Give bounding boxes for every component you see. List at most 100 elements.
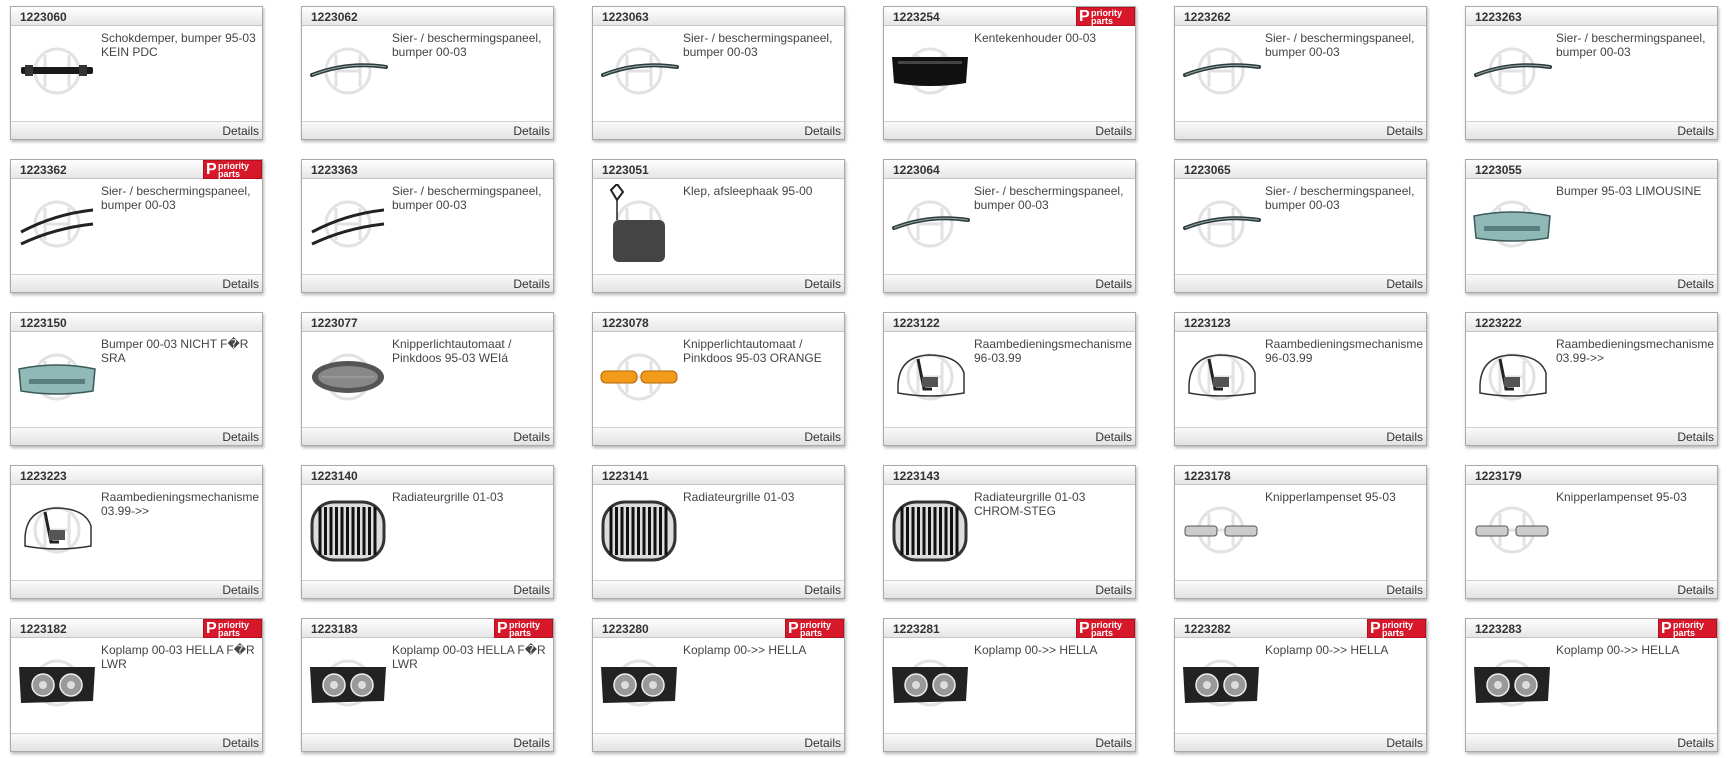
product-image[interactable] <box>306 31 390 111</box>
product-image[interactable] <box>1470 31 1554 111</box>
product-card-1223222[interactable]: 1223222 Raambedieningsmechanisme 03.99->… <box>1465 312 1718 446</box>
product-card-1223055[interactable]: 1223055 Bumper 95-03 LIMOUSINE Details <box>1465 159 1718 293</box>
product-card-1223283[interactable]: 1223283 P priority parts Koplamp 00->> H… <box>1465 618 1718 752</box>
card-header: 1223363 <box>302 160 553 179</box>
details-link[interactable]: Details <box>1095 430 1132 444</box>
details-link[interactable]: Details <box>1386 736 1423 750</box>
product-card-1223282[interactable]: 1223282 P priority parts Koplamp 00->> H… <box>1174 618 1427 752</box>
details-link[interactable]: Details <box>1677 736 1714 750</box>
details-link[interactable]: Details <box>804 583 841 597</box>
details-link[interactable]: Details <box>1386 430 1423 444</box>
product-image[interactable] <box>15 184 99 264</box>
priority-parts-badge: P priority parts <box>203 619 262 638</box>
product-card-1223254[interactable]: 1223254 P priority parts Kentekenhouder … <box>883 6 1136 140</box>
card-footer: Details <box>884 733 1135 751</box>
product-image[interactable] <box>1179 643 1263 723</box>
product-card-1223123[interactable]: 1223123 Raambedieningsmechanisme 96-03.9… <box>1174 312 1427 446</box>
details-link[interactable]: Details <box>222 583 259 597</box>
product-image[interactable] <box>888 184 972 264</box>
product-card-1223140[interactable]: 1223140 Radiateurgrille 01-03 Details <box>301 465 554 599</box>
product-card-1223262[interactable]: 1223262 Sier- / beschermingspaneel, bump… <box>1174 6 1427 140</box>
product-image[interactable] <box>1470 337 1554 417</box>
details-link[interactable]: Details <box>1677 277 1714 291</box>
product-card-1223078[interactable]: 1223078 Knipperlichtautomaat / Pinkdoos … <box>592 312 845 446</box>
bumper-beam-icon <box>21 47 93 95</box>
product-card-1223363[interactable]: 1223363 Sier- / beschermingspaneel, bump… <box>301 159 554 293</box>
details-link[interactable]: Details <box>222 277 259 291</box>
product-image[interactable] <box>1470 490 1554 570</box>
product-card-1223150[interactable]: 1223150 Bumper 00-03 NICHT F�R SRA Detai… <box>10 312 263 446</box>
product-image[interactable] <box>1179 31 1263 111</box>
product-card-1223281[interactable]: 1223281 P priority parts Koplamp 00->> H… <box>883 618 1136 752</box>
product-image[interactable] <box>1470 643 1554 723</box>
product-image[interactable] <box>597 182 681 264</box>
product-image[interactable] <box>888 643 972 723</box>
product-card-1223179[interactable]: 1223179 Knipperlampenset 95-03 Details <box>1465 465 1718 599</box>
product-grid: 1223060 Schokdemper, bumper 95-03 KEIN P… <box>10 6 1718 752</box>
product-card-1223223[interactable]: 1223223 Raambedieningsmechanisme 03.99->… <box>10 465 263 599</box>
product-image[interactable] <box>15 337 99 417</box>
product-image[interactable] <box>15 31 99 111</box>
details-link[interactable]: Details <box>1386 277 1423 291</box>
product-card-1223263[interactable]: 1223263 Sier- / beschermingspaneel, bump… <box>1465 6 1718 140</box>
product-card-1223141[interactable]: 1223141 Radiateurgrille 01-03 Details <box>592 465 845 599</box>
product-image[interactable] <box>1179 490 1263 570</box>
product-card-1223051[interactable]: 1223051 Klep, afsleephaak 95-00 Details <box>592 159 845 293</box>
product-card-1223183[interactable]: 1223183 P priority parts Koplamp 00-03 H… <box>301 618 554 752</box>
card-footer: Details <box>302 580 553 598</box>
product-image[interactable] <box>306 184 390 264</box>
details-link[interactable]: Details <box>513 430 550 444</box>
details-link[interactable]: Details <box>1095 277 1132 291</box>
details-link[interactable]: Details <box>513 736 550 750</box>
details-link[interactable]: Details <box>513 124 550 138</box>
product-card-1223122[interactable]: 1223122 Raambedieningsmechanisme 96-03.9… <box>883 312 1136 446</box>
details-link[interactable]: Details <box>804 430 841 444</box>
product-card-1223063[interactable]: 1223063 Sier- / beschermingspaneel, bump… <box>592 6 845 140</box>
details-link[interactable]: Details <box>804 277 841 291</box>
details-link[interactable]: Details <box>222 736 259 750</box>
product-card-1223065[interactable]: 1223065 Sier- / beschermingspaneel, bump… <box>1174 159 1427 293</box>
product-card-1223064[interactable]: 1223064 Sier- / beschermingspaneel, bump… <box>883 159 1136 293</box>
product-card-1223060[interactable]: 1223060 Schokdemper, bumper 95-03 KEIN P… <box>10 6 263 140</box>
details-link[interactable]: Details <box>804 124 841 138</box>
product-image[interactable] <box>888 31 972 111</box>
product-image[interactable] <box>888 490 972 570</box>
product-card-1223178[interactable]: 1223178 Knipperlampenset 95-03 Details <box>1174 465 1427 599</box>
product-description: Kentekenhouder 00-03 <box>974 31 1097 45</box>
details-link[interactable]: Details <box>804 736 841 750</box>
details-link[interactable]: Details <box>1677 430 1714 444</box>
details-link[interactable]: Details <box>1677 124 1714 138</box>
details-link[interactable]: Details <box>1386 124 1423 138</box>
details-link[interactable]: Details <box>1677 583 1714 597</box>
details-link[interactable]: Details <box>1095 736 1132 750</box>
product-card-1223362[interactable]: 1223362 P priority parts Sier- / bescher… <box>10 159 263 293</box>
product-image[interactable] <box>1179 337 1263 417</box>
product-card-1223280[interactable]: 1223280 P priority parts Koplamp 00->> H… <box>592 618 845 752</box>
product-image[interactable] <box>597 490 681 570</box>
product-image[interactable] <box>306 490 390 570</box>
details-link[interactable]: Details <box>513 277 550 291</box>
product-image[interactable] <box>597 337 681 417</box>
product-image[interactable] <box>597 643 681 723</box>
details-link[interactable]: Details <box>1095 583 1132 597</box>
product-image[interactable] <box>1470 184 1554 264</box>
details-link[interactable]: Details <box>513 583 550 597</box>
details-link[interactable]: Details <box>1095 124 1132 138</box>
product-image[interactable] <box>888 337 972 417</box>
product-image[interactable] <box>15 643 99 723</box>
product-card-1223182[interactable]: 1223182 P priority parts Koplamp 00-03 H… <box>10 618 263 752</box>
details-link[interactable]: Details <box>222 430 259 444</box>
product-image[interactable] <box>306 643 390 723</box>
product-description: Bumper 00-03 NICHT F�R SRA <box>101 337 249 365</box>
product-image[interactable] <box>597 31 681 111</box>
product-image[interactable] <box>306 337 390 417</box>
product-card-1223143[interactable]: 1223143 Radiateurgrille 01-03 CHROM-STEG… <box>883 465 1136 599</box>
product-card-1223077[interactable]: 1223077 Knipperlichtautomaat / Pinkdoos … <box>301 312 554 446</box>
product-image[interactable] <box>15 490 99 570</box>
priority-badge-letter: P <box>788 620 799 637</box>
details-link[interactable]: Details <box>1386 583 1423 597</box>
product-card-1223062[interactable]: 1223062 Sier- / beschermingspaneel, bump… <box>301 6 554 140</box>
product-code: 1223179 <box>1475 469 1522 483</box>
product-image[interactable] <box>1179 184 1263 264</box>
details-link[interactable]: Details <box>222 124 259 138</box>
